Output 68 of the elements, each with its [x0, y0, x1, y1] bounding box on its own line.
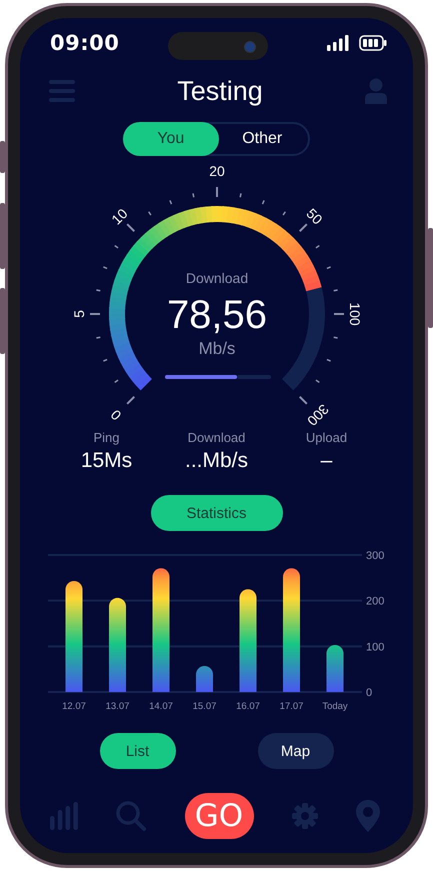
- gauge-scale-label: 100: [346, 302, 362, 326]
- gauge-scale-label: 5: [70, 310, 86, 318]
- tick-mark: [334, 313, 344, 315]
- axis-label: 14.07: [149, 701, 173, 712]
- tick-mark: [298, 396, 308, 405]
- signal-icon: [327, 35, 349, 51]
- axis-label: 13.07: [106, 701, 130, 712]
- tick-mark: [168, 200, 172, 204]
- tick-mark: [333, 289, 338, 292]
- axis-label: 0: [366, 687, 372, 699]
- page-title: Testing: [177, 76, 263, 106]
- tick-mark: [261, 200, 264, 204]
- tick-mark: [126, 396, 134, 405]
- stat-label: Upload: [306, 430, 348, 445]
- user-icon[interactable]: [365, 78, 387, 104]
- tick-mark: [90, 313, 100, 315]
- tick-mark: [102, 358, 107, 362]
- go-button[interactable]: GO: [184, 793, 254, 839]
- location-pin-icon[interactable]: [356, 800, 380, 832]
- chart-bar: [196, 666, 213, 692]
- tick-mark: [315, 245, 320, 248]
- stat-label: Download: [188, 430, 246, 445]
- search-icon[interactable]: [116, 801, 146, 831]
- tick-mark: [126, 223, 134, 232]
- tick-mark: [298, 223, 308, 232]
- stat-value: 15Ms: [80, 449, 132, 473]
- tab[interactable]: You: [123, 122, 218, 156]
- tick-mark: [315, 380, 320, 383]
- bar-chart-icon[interactable]: [50, 802, 78, 830]
- tick-mark: [114, 245, 118, 248]
- statistics-button[interactable]: Statistics: [150, 495, 282, 531]
- gauge-caption: Download: [185, 270, 248, 286]
- status-time: 09:00: [50, 31, 120, 55]
- axis-label: 15.07: [192, 701, 216, 712]
- tick-mark: [333, 336, 338, 339]
- axis-label: 16.07: [236, 701, 260, 712]
- menu-icon[interactable]: [49, 79, 75, 103]
- axis-label: 17.07: [280, 701, 304, 712]
- tick-mark: [192, 193, 194, 198]
- speed-unit: Mb/s: [198, 339, 235, 358]
- axis-label: 200: [366, 596, 384, 608]
- axis-label: 12.07: [62, 701, 86, 712]
- view-button[interactable]: Map: [258, 733, 334, 769]
- chart-bar: [326, 644, 344, 692]
- gauge-scale-label: 20: [208, 164, 224, 179]
- stat-value: ...Mb/s: [184, 449, 248, 473]
- battery-icon: [359, 35, 387, 51]
- tick-mark: [326, 266, 330, 270]
- tick-mark: [96, 289, 100, 292]
- axis-label: 100: [366, 641, 384, 654]
- axis-label: Today: [322, 701, 348, 712]
- tick-mark: [238, 193, 242, 198]
- gauge-scale-label: 10: [108, 205, 130, 228]
- axis-label: 300: [366, 550, 384, 562]
- tick-mark: [216, 187, 218, 197]
- view-button[interactable]: List: [100, 733, 176, 769]
- gauge-scale-label: 0: [106, 406, 124, 424]
- tick-mark: [96, 336, 100, 339]
- tick-mark: [114, 380, 118, 383]
- tick-mark: [102, 266, 107, 270]
- stat-value: –: [320, 449, 332, 473]
- tick-mark: [282, 211, 286, 216]
- gauge-scale-label: 50: [302, 205, 326, 228]
- stat-label: Ping: [93, 430, 120, 445]
- tick-mark: [148, 211, 151, 216]
- gauge-scale-label: 300: [304, 401, 332, 426]
- speed-value: 78,56: [166, 293, 267, 337]
- tick-mark: [326, 358, 330, 362]
